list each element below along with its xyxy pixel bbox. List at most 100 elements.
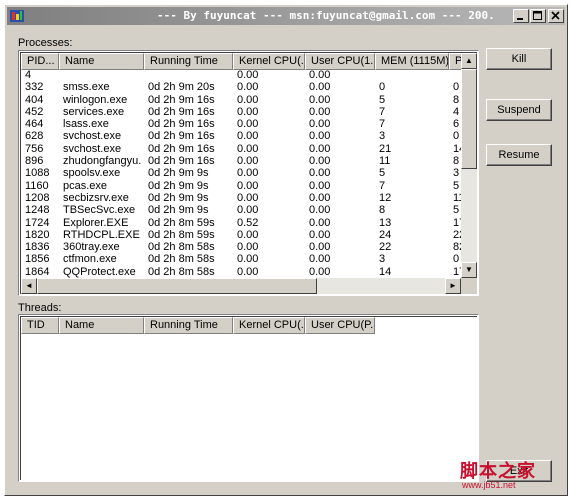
cell-running-time: 0d 2h 8m 59s: [148, 216, 215, 229]
cell-pid: 756: [25, 142, 44, 155]
thread-column-header[interactable]: Running Time: [144, 317, 233, 334]
cell-user-cpu: 0.00: [309, 105, 331, 118]
scroll-up-icon[interactable]: ▲: [461, 53, 477, 69]
cell-running-time: 0d 2h 9m 16s: [148, 142, 215, 155]
cell-user-cpu: 0.00: [309, 228, 331, 241]
cell-user-cpu: 0.00: [309, 118, 331, 131]
process-column-header[interactable]: MEM (1115M): [375, 53, 449, 70]
cell-mem: 7: [379, 118, 386, 131]
cell-name: pcas.exe: [63, 179, 108, 192]
resume-button[interactable]: Resume: [486, 144, 552, 166]
cell-mem: 14: [379, 265, 392, 278]
process-column-header[interactable]: Running Time: [144, 53, 233, 70]
watermark-url: www.jb51.net: [462, 480, 516, 490]
process-column-header[interactable]: Name: [59, 53, 144, 70]
cell-user-cpu: 0.00: [309, 191, 331, 204]
cell-running-time: 0d 2h 9m 9s: [148, 179, 209, 192]
process-column-header[interactable]: User CPU(1...: [305, 53, 375, 70]
cell-running-time: 0d 2h 9m 20s: [148, 81, 215, 94]
process-vertical-scrollbar[interactable]: ▲ ▼: [461, 53, 477, 278]
cell-mem: 21: [379, 142, 392, 155]
cell-pid: 1248: [25, 204, 50, 217]
cell-pid: 1724: [25, 216, 50, 229]
cell-mem: 3: [379, 253, 386, 266]
cell-kernel-cpu: 0.00: [237, 69, 259, 81]
watermark: 脚本之家 www.jb51.net: [458, 455, 566, 495]
app-icon[interactable]: [10, 9, 24, 23]
process-hscroll-thumb[interactable]: [37, 278, 317, 294]
cell-pid: 1088: [25, 167, 50, 180]
title-bar[interactable]: --- By fuyuncat --- msn:fuyuncat@gmail.c…: [7, 7, 565, 25]
cell-running-time: 0d 2h 9m 16s: [148, 105, 215, 118]
cell-user-cpu: 0.00: [309, 179, 331, 192]
cell-user-cpu: 0.00: [309, 81, 331, 94]
maximize-icon: [533, 11, 542, 20]
cell-kernel-cpu: 0.00: [237, 81, 259, 94]
cell-kernel-cpu: 0.00: [237, 265, 259, 278]
close-icon: [551, 11, 560, 20]
cell-name: TBSecSvc.exe: [63, 204, 136, 217]
cell-running-time: 0d 2h 9m 16s: [148, 118, 215, 131]
cell-name: services.exe: [63, 105, 125, 118]
cell-running-time: 0d 2h 8m 59s: [148, 228, 215, 241]
cell-running-time: 0d 2h 8m 58s: [148, 253, 215, 266]
process-horizontal-scrollbar[interactable]: ◄ ►: [21, 278, 461, 294]
cell-running-time: 0d 2h 8m 58s: [148, 241, 215, 254]
cell-pid: 452: [25, 105, 44, 118]
process-list[interactable]: PID... Name Running Time Kernel CPU(... User…: [18, 50, 479, 296]
cell-user-cpu: 0.00: [309, 155, 331, 168]
cell-name: zhudongfangyu....: [63, 155, 142, 168]
cell-name: lsass.exe: [63, 118, 109, 131]
cell-pid: 1208: [25, 191, 50, 204]
thread-column-header[interactable]: Name: [59, 317, 144, 334]
cell-user-cpu: 0.00: [309, 130, 331, 143]
minimize-icon: [517, 18, 523, 20]
process-scroll-thumb[interactable]: [461, 69, 477, 169]
processes-label: Processes:: [18, 37, 73, 49]
process-list-rows: 4 0.00 0.00 332 smss.exe 0d 2h 9m 20s 0.00 0.00…: [21, 69, 477, 279]
cell-mem: 13: [379, 216, 392, 229]
maximize-button[interactable]: [530, 9, 546, 23]
scroll-right-icon[interactable]: ►: [445, 278, 461, 294]
thread-list[interactable]: TID Name Running Time Kernel CPU(... User CP…: [18, 314, 479, 482]
close-button[interactable]: [548, 9, 564, 23]
cell-running-time: 0d 2h 9m 9s: [148, 204, 209, 217]
cell-name: secbizsrv.exe: [63, 191, 129, 204]
cell-pid: 332: [25, 81, 44, 94]
scroll-down-icon[interactable]: ▼: [461, 262, 477, 278]
cell-name: svchost.exe: [63, 142, 122, 155]
cell-running-time: 0d 2h 9m 9s: [148, 167, 209, 180]
cell-kernel-cpu: 0.00: [237, 105, 259, 118]
window-title: --- By fuyuncat --- msn:fuyuncat@gmail.c…: [157, 9, 495, 22]
thread-column-header[interactable]: TID: [21, 317, 59, 334]
thread-column-header[interactable]: Kernel CPU(...: [233, 317, 305, 334]
cell-user-cpu: 0.00: [309, 93, 331, 106]
kill-button[interactable]: Kill: [486, 48, 552, 70]
cell-pid: 896: [25, 155, 44, 168]
cell-name: 360tray.exe: [63, 241, 120, 254]
cell-kernel-cpu: 0.00: [237, 191, 259, 204]
cell-mem: 3: [379, 130, 386, 143]
cell-mem: 8: [379, 204, 386, 217]
cell-pid: 464: [25, 118, 44, 131]
thread-column-header[interactable]: User CPU(P...: [305, 317, 375, 334]
cell-name: Explorer.EXE: [63, 216, 129, 229]
cell-user-cpu: 0.00: [309, 142, 331, 155]
cell-mem: 11: [379, 155, 391, 168]
cell-mem: 0: [379, 81, 386, 94]
threads-label: Threads:: [18, 302, 62, 314]
cell-pid: 1864: [25, 265, 50, 278]
cell-mem: 5: [379, 167, 386, 180]
suspend-button[interactable]: Suspend: [486, 99, 552, 121]
process-column-header[interactable]: PID...: [21, 53, 59, 70]
cell-mem: 5: [379, 93, 386, 106]
cell-mem: 22: [379, 241, 392, 254]
cell-kernel-cpu: 0.00: [237, 93, 259, 106]
cell-user-cpu: 0.00: [309, 216, 331, 229]
cell-kernel-cpu: 0.00: [237, 179, 259, 192]
scroll-left-icon[interactable]: ◄: [21, 278, 37, 294]
process-column-header[interactable]: Kernel CPU(...: [233, 53, 305, 70]
cell-running-time: 0d 2h 9m 9s: [148, 191, 209, 204]
minimize-button[interactable]: [513, 9, 529, 23]
cell-running-time: 0d 2h 9m 16s: [148, 155, 215, 168]
